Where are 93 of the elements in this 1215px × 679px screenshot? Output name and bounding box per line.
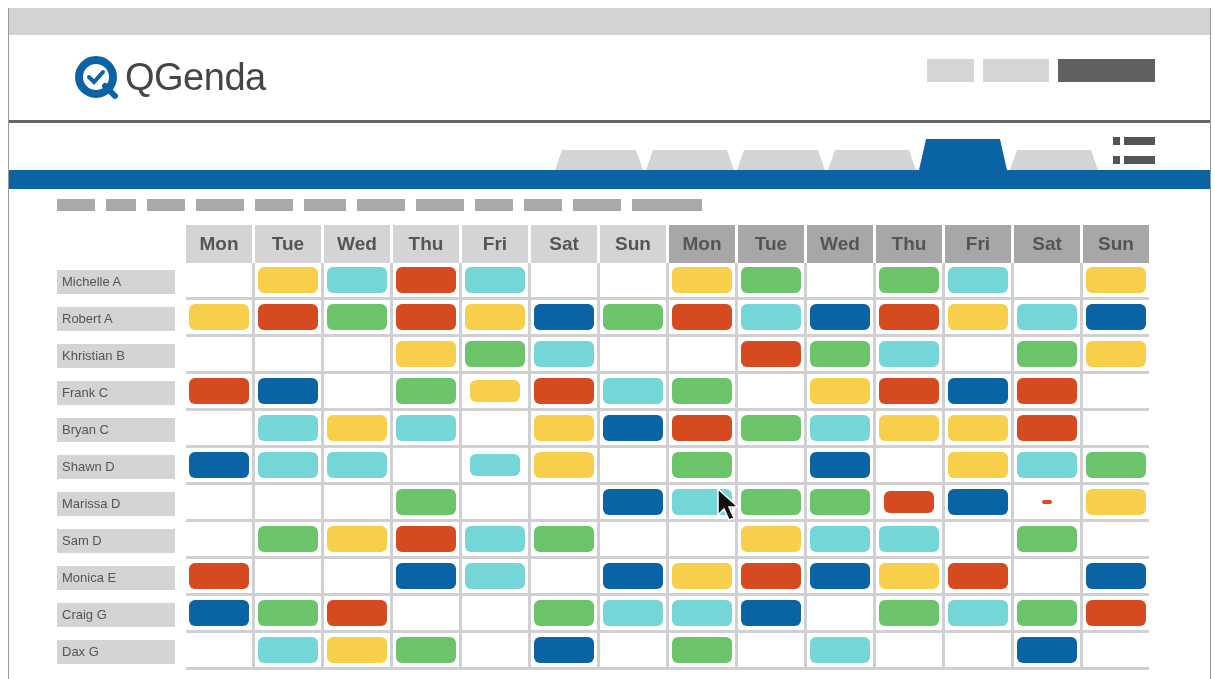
schedule-cell[interactable] <box>462 411 528 445</box>
staff-name[interactable]: Robert A <box>57 306 175 331</box>
schedule-cell[interactable] <box>669 337 735 371</box>
header-button[interactable] <box>983 59 1049 82</box>
schedule-cell[interactable] <box>600 263 666 297</box>
schedule-cell[interactable] <box>738 633 804 667</box>
schedule-cell[interactable] <box>807 263 873 297</box>
toolbar-placeholder[interactable] <box>632 199 702 211</box>
staff-name[interactable]: Bryan C <box>57 417 175 442</box>
schedule-cell[interactable] <box>600 337 666 371</box>
schedule-cell[interactable] <box>255 337 321 371</box>
day-header: Tue <box>738 225 804 263</box>
schedule-cell[interactable] <box>1083 633 1149 667</box>
schedule-cell[interactable] <box>738 374 804 408</box>
schedule-cell[interactable] <box>876 485 942 519</box>
schedule-cell[interactable] <box>531 559 597 593</box>
schedule-cell[interactable] <box>393 448 459 482</box>
day-header: Wed <box>324 225 390 263</box>
schedule-cell[interactable] <box>462 596 528 630</box>
schedule-cell[interactable] <box>531 263 597 297</box>
toolbar-placeholder[interactable] <box>357 199 405 211</box>
schedule-cell[interactable] <box>945 337 1011 371</box>
staff-name[interactable]: Khristian B <box>57 343 175 368</box>
list-icon[interactable] <box>1113 137 1155 165</box>
schedule-cell[interactable] <box>462 485 528 519</box>
day-header: Fri <box>945 225 1011 263</box>
toolbar-placeholder[interactable] <box>524 199 562 211</box>
schedule-cell[interactable] <box>324 337 390 371</box>
day-header: Wed <box>807 225 873 263</box>
toolbar-placeholder[interactable] <box>57 199 95 211</box>
schedule-cell[interactable] <box>600 522 666 556</box>
toolbar-placeholder[interactable] <box>147 199 185 211</box>
schedule-cell[interactable] <box>600 633 666 667</box>
schedule-cell[interactable] <box>186 522 252 556</box>
staff-name[interactable]: Monica E <box>57 565 175 590</box>
schedule-cell[interactable] <box>1014 485 1080 519</box>
header-button[interactable] <box>1058 59 1155 82</box>
day-header: Mon <box>669 225 735 263</box>
schedule-cell[interactable] <box>531 485 597 519</box>
schedule-cell[interactable] <box>669 522 735 556</box>
toolbar-placeholder[interactable] <box>475 199 513 211</box>
staff-name[interactable]: Shawn D <box>57 454 175 479</box>
schedule-cell[interactable] <box>186 411 252 445</box>
toolbar-placeholder[interactable] <box>573 199 621 211</box>
tab[interactable] <box>919 139 1007 170</box>
schedule-cell[interactable] <box>255 559 321 593</box>
day-header: Sat <box>531 225 597 263</box>
staff-name[interactable]: Marissa D <box>57 491 175 516</box>
schedule-cell[interactable] <box>1083 411 1149 445</box>
staff-name[interactable]: Sam D <box>57 528 175 553</box>
schedule-cell[interactable] <box>393 596 459 630</box>
schedule-cell[interactable] <box>324 485 390 519</box>
schedule-cell[interactable] <box>186 263 252 297</box>
toolbar-placeholder[interactable] <box>255 199 293 211</box>
staff-name[interactable]: Craig G <box>57 602 175 627</box>
schedule-cell[interactable] <box>738 448 804 482</box>
day-header: Sat <box>1014 225 1080 263</box>
schedule-cell[interactable] <box>462 374 528 408</box>
day-header: Mon <box>186 225 252 263</box>
schedule-cell[interactable] <box>186 485 252 519</box>
schedule-cell[interactable] <box>1014 263 1080 297</box>
toolbar-placeholder[interactable] <box>416 199 464 211</box>
schedule-cell[interactable] <box>1083 374 1149 408</box>
schedule-cell[interactable] <box>945 633 1011 667</box>
toolbar-placeholder[interactable] <box>196 199 244 211</box>
day-header: Tue <box>255 225 321 263</box>
schedule-cell[interactable] <box>600 448 666 482</box>
staff-name[interactable]: Dax G <box>57 639 175 664</box>
schedule-cell[interactable] <box>186 337 252 371</box>
schedule-cell[interactable] <box>186 633 252 667</box>
staff-name[interactable]: Michelle A <box>57 269 175 294</box>
schedule-cell[interactable] <box>945 522 1011 556</box>
day-header: Fri <box>462 225 528 263</box>
schedule-cell[interactable] <box>324 374 390 408</box>
logo-text: QGenda <box>125 56 266 99</box>
toolbar-placeholder[interactable] <box>106 199 136 211</box>
schedule-cell[interactable] <box>255 485 321 519</box>
schedule-cell[interactable] <box>324 559 390 593</box>
day-header: Thu <box>876 225 942 263</box>
schedule-cell[interactable] <box>876 633 942 667</box>
day-header: Sun <box>600 225 666 263</box>
schedule-cell[interactable] <box>1014 559 1080 593</box>
schedule-cell[interactable] <box>807 596 873 630</box>
day-header: Thu <box>393 225 459 263</box>
toolbar-placeholder[interactable] <box>304 199 346 211</box>
day-header: Sun <box>1083 225 1149 263</box>
header-button[interactable] <box>927 59 974 82</box>
logo-icon <box>75 55 119 100</box>
schedule-cell[interactable] <box>462 448 528 482</box>
staff-name[interactable]: Frank C <box>57 380 175 405</box>
schedule-cell[interactable] <box>1083 522 1149 556</box>
schedule-cell[interactable] <box>462 633 528 667</box>
schedule-cell[interactable] <box>876 448 942 482</box>
